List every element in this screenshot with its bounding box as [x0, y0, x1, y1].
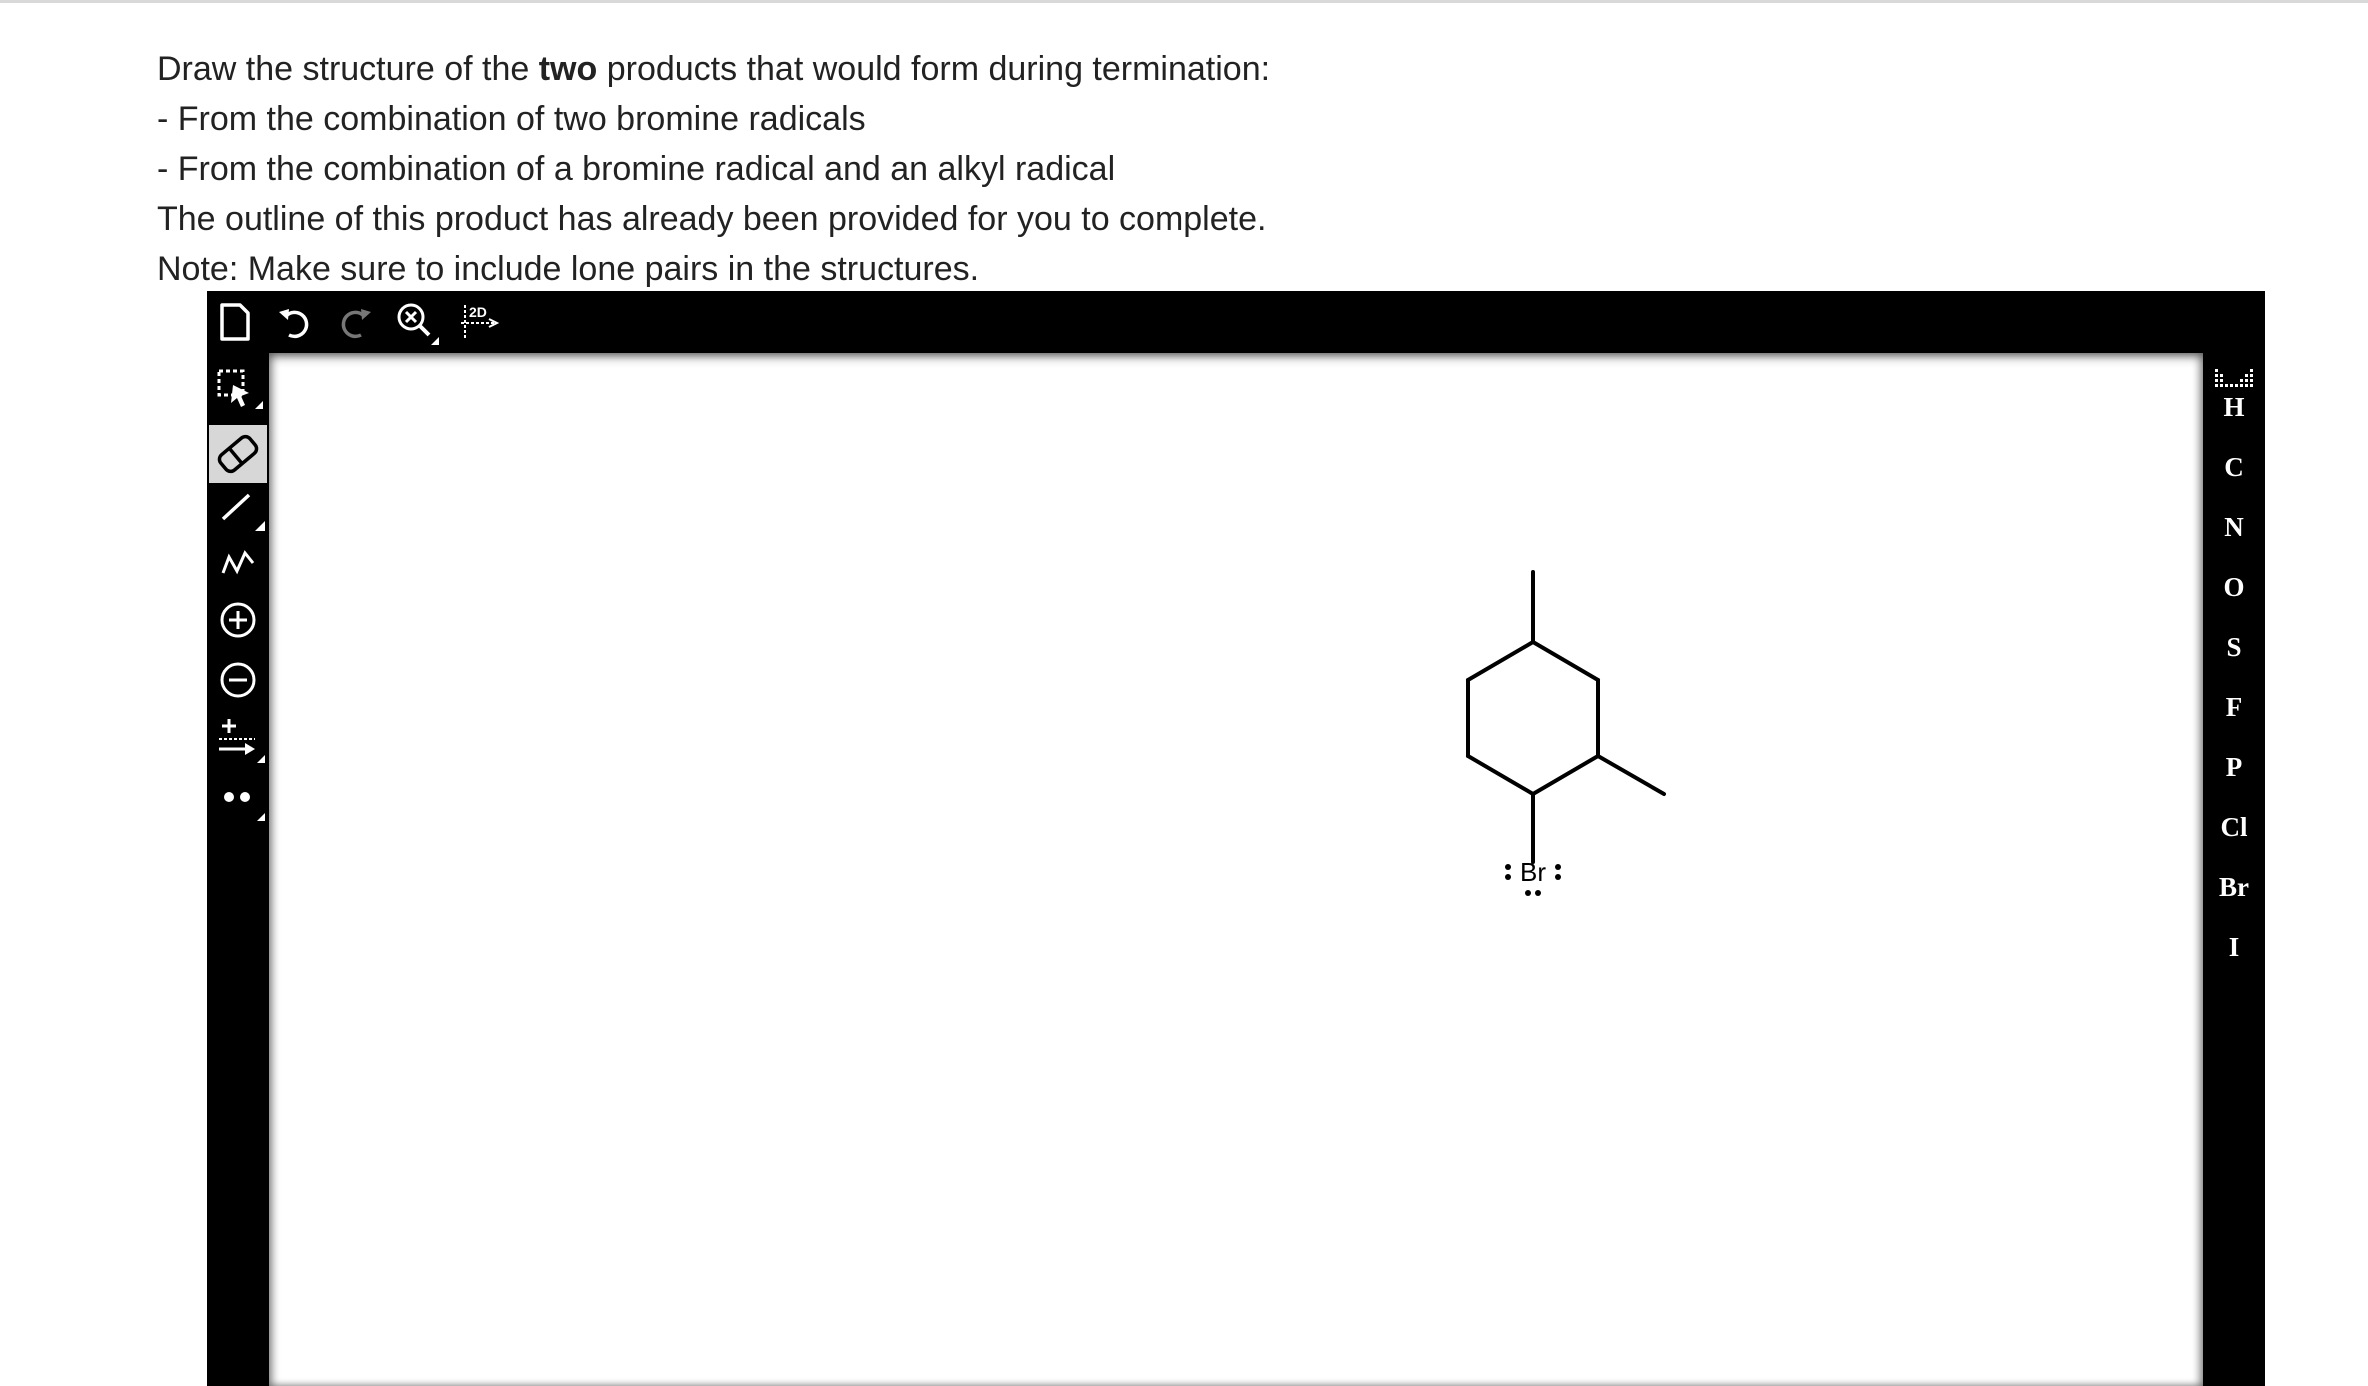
prompt-line-5: Note: Make sure to include lone pairs in…	[157, 250, 980, 288]
clean-2d-label: 2D	[469, 304, 487, 320]
element-toolbar: H C N O S F P Cl Br I	[2203, 353, 2265, 1386]
prompt-line-1-bold: two	[538, 50, 598, 88]
eraser-icon[interactable]	[209, 425, 267, 483]
methyl-bond-right[interactable]	[1596, 754, 1666, 796]
element-button-s[interactable]: S	[2203, 627, 2265, 667]
element-button-br[interactable]: Br	[2203, 867, 2265, 907]
element-button-cl[interactable]: Cl	[2203, 807, 2265, 847]
lone-pair-icon[interactable]	[217, 779, 267, 823]
prompt-line-1-start: Draw the structure of the	[157, 50, 539, 88]
single-bond-icon[interactable]	[217, 483, 267, 533]
select-tool-icon[interactable]	[215, 367, 265, 411]
element-button-f[interactable]: F	[2203, 687, 2265, 727]
chain-icon[interactable]	[219, 543, 259, 583]
prompt-line-2: - From the combination of two bromine ra…	[157, 100, 866, 138]
undo-icon[interactable]	[277, 303, 313, 341]
left-toolbar	[207, 353, 269, 1386]
element-button-i[interactable]: I	[2203, 927, 2265, 967]
clean-2d-icon[interactable]: 2D	[459, 301, 503, 343]
element-button-p[interactable]: P	[2203, 747, 2265, 787]
prompt-line-3: - From the combination of a bromine radi…	[157, 150, 1116, 188]
ring-bond-3[interactable]	[1531, 754, 1600, 796]
top-toolbar: 2D	[207, 291, 2265, 353]
ring-bond-6[interactable]	[1466, 640, 1535, 682]
positive-charge-icon[interactable]	[219, 601, 257, 639]
ring-bond-1[interactable]	[1531, 640, 1600, 682]
bromine-atom-label[interactable]: Br	[1473, 852, 1593, 892]
negative-charge-icon[interactable]	[219, 661, 257, 699]
drawing-canvas[interactable]: Br	[269, 353, 2203, 1386]
top-divider	[0, 0, 2368, 3]
redo-icon[interactable]	[337, 303, 373, 341]
element-button-o[interactable]: O	[2203, 567, 2265, 607]
new-document-icon[interactable]	[217, 301, 253, 343]
element-button-h[interactable]: H	[2203, 387, 2265, 427]
prompt-line-1-end: products that would form during terminat…	[597, 50, 1271, 88]
molecule-structure[interactable]	[269, 353, 2203, 1386]
prompt-line-4: The outline of this product has already …	[157, 200, 1267, 238]
molecule-sketcher: 2D H C N O S F P Cl Br I Br	[207, 291, 2265, 1386]
element-button-c[interactable]: C	[2203, 447, 2265, 487]
ring-bond-4[interactable]	[1466, 754, 1535, 796]
prompt-line-1: Draw the structure of the two products t…	[157, 44, 1270, 94]
electron-flow-icon[interactable]	[215, 715, 267, 765]
element-button-n[interactable]: N	[2203, 507, 2265, 547]
question-prompt: Draw the structure of the two products t…	[157, 44, 1270, 294]
zoom-icon[interactable]	[395, 301, 441, 347]
